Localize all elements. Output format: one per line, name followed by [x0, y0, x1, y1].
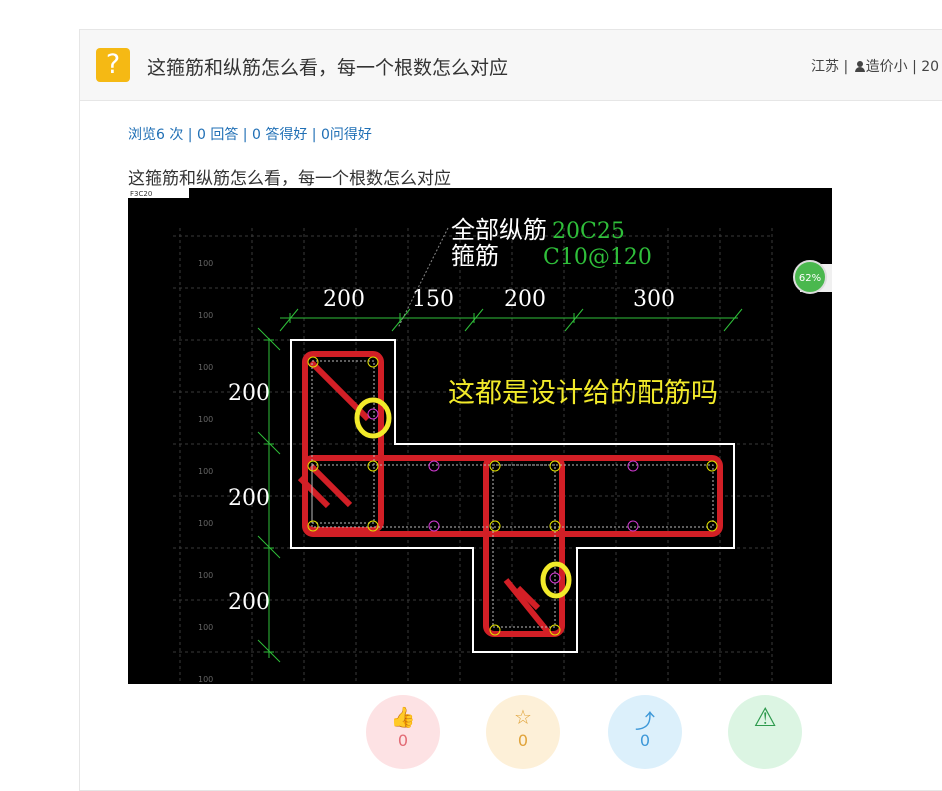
question-mark-icon: ?	[96, 48, 130, 82]
grid-label: 100	[198, 519, 213, 528]
leader-line	[397, 227, 449, 329]
stats-separator: |	[307, 127, 321, 143]
good-questions-count: 0问得好	[320, 127, 372, 143]
dim-left-2: 200	[228, 486, 270, 511]
like-button[interactable]: 👍 0	[366, 695, 440, 769]
views-count: 浏览6 次	[128, 127, 184, 143]
highlight-ellipses	[354, 397, 572, 599]
dimension-texts: 200 150 200 300 200 200 200	[228, 287, 675, 615]
question-title: 这箍筋和纵筋怎么看，每一个根数怎么对应	[147, 57, 509, 79]
question-card: ? 这箍筋和纵筋怎么看，每一个根数怎么对应 江苏 | 造价小 | 20 浏览6 …	[79, 29, 942, 791]
grid-label: 100	[198, 311, 213, 320]
grid-label: 100	[198, 363, 213, 372]
note-longitudinal-label: 全部纵筋	[451, 216, 547, 244]
note-stirrup-value: C10@120	[543, 245, 652, 270]
annotation-question: 这都是设计给的配筋吗	[448, 378, 718, 409]
dim-left-1: 200	[228, 381, 270, 406]
share-icon: ⤴	[635, 709, 655, 733]
cad-drawing-image: 100 100 100 100 100 100 100 100 100 F3C2…	[128, 188, 832, 684]
answers-count[interactable]: 0 回答	[197, 127, 238, 143]
drawing-tag: F3C20	[130, 190, 152, 198]
dim-left-3: 200	[228, 590, 270, 615]
note-stirrup-label: 箍筋	[451, 242, 499, 270]
region-label[interactable]: 江苏	[811, 59, 839, 75]
grid-label: 100	[198, 675, 213, 684]
question-date: 20	[921, 59, 940, 75]
author-name[interactable]: 造价小	[866, 59, 908, 75]
note-longitudinal-value: 20C25	[552, 219, 625, 244]
dim-top-3: 200	[504, 287, 546, 312]
grid-label: 100	[198, 415, 213, 424]
grid-label: 100	[198, 259, 213, 268]
question-meta: 江苏 | 造价小 | 20	[811, 56, 939, 76]
progress-badge-text: 62%	[799, 273, 821, 284]
grid-label: 100	[198, 467, 213, 476]
star-icon: ☆	[514, 705, 532, 729]
favorite-button[interactable]: ☆ 0	[486, 695, 560, 769]
share-button[interactable]: ⤴ 0	[608, 695, 682, 769]
cad-drawing-svg: 100 100 100 100 100 100 100 100 100 F3C2…	[128, 188, 832, 684]
favorite-count: 0	[517, 731, 529, 750]
thumbs-up-icon: 👍	[390, 705, 416, 729]
stats-separator: |	[183, 127, 197, 143]
dim-top-2: 150	[412, 287, 454, 312]
good-answers-count: 0 答得好	[251, 127, 308, 143]
stats-separator: |	[238, 127, 252, 143]
grid-labels: 100 100 100 100 100 100 100 100 100	[198, 259, 213, 684]
question-header: ? 这箍筋和纵筋怎么看，每一个根数怎么对应 江苏 | 造价小 | 20	[80, 30, 942, 101]
warning-icon: ⚠	[753, 703, 777, 733]
report-button[interactable]: ⚠	[728, 695, 802, 769]
user-icon	[854, 61, 865, 72]
dim-top-1: 200	[323, 287, 365, 312]
question-body-text: 这箍筋和纵筋怎么看，每一个根数怎么对应	[128, 169, 451, 189]
meta-separator: |	[839, 59, 853, 75]
question-stats: 浏览6 次 | 0 回答 | 0 答得好 | 0问得好	[128, 124, 372, 144]
grid-label: 100	[198, 571, 213, 580]
meta-separator: |	[907, 59, 922, 75]
like-count: 0	[397, 731, 409, 750]
grid-label: 100	[198, 623, 213, 632]
dim-top-4: 300	[633, 287, 675, 312]
share-count: 0	[639, 731, 651, 750]
